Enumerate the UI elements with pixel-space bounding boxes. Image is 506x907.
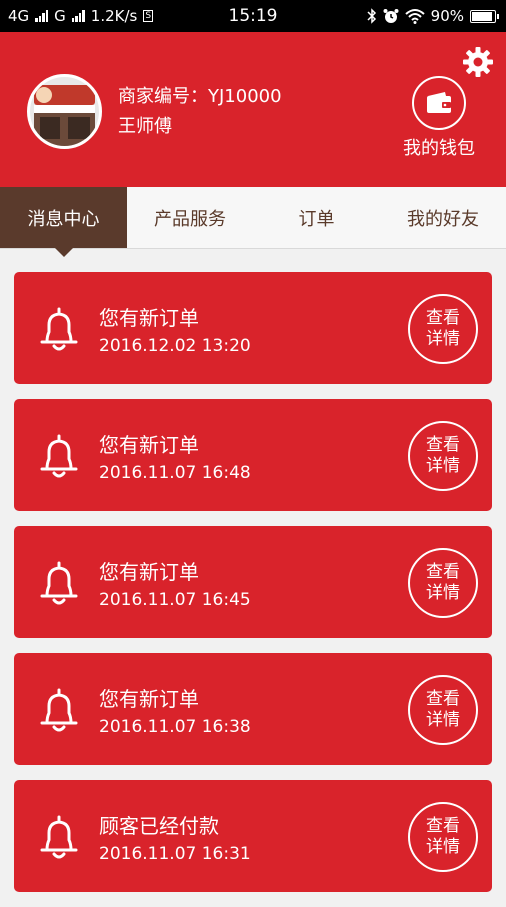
network-g-label: G xyxy=(54,7,66,25)
message-card[interactable]: 您有新订单 2016.11.07 16:38 查看详情 xyxy=(14,653,492,765)
bell-icon xyxy=(40,434,78,478)
message-title: 您有新订单 xyxy=(99,560,199,584)
message-list: 您有新订单 2016.12.02 13:20 查看详情 您有新订单 2016.1… xyxy=(14,272,492,907)
status-bar: 4G G 1.2K/s S 15:19 90% xyxy=(0,0,506,32)
network-4g-label: 4G xyxy=(8,7,30,25)
s-badge-icon: S xyxy=(143,10,154,22)
view-details-button[interactable]: 查看详情 xyxy=(408,548,478,618)
signal-icon-2 xyxy=(71,10,85,22)
merchant-number: 商家编号：YJ10000 xyxy=(118,86,282,107)
shop-avatar-image xyxy=(30,77,99,146)
alarm-icon xyxy=(383,9,399,23)
message-title: 您有新订单 xyxy=(99,306,199,330)
tab-message-center[interactable]: 消息中心 xyxy=(0,187,127,257)
bell-icon xyxy=(40,688,78,732)
status-right: 90% xyxy=(367,7,499,25)
message-card[interactable]: 顾客已经付款 2016.11.07 16:31 查看详情 xyxy=(14,780,492,892)
view-details-button[interactable]: 查看详情 xyxy=(408,802,478,872)
battery-percent: 90% xyxy=(430,7,464,25)
tab-product-service[interactable]: 产品服务 xyxy=(127,187,253,248)
message-time: 2016.11.07 16:48 xyxy=(99,463,251,483)
wifi-icon xyxy=(404,9,425,24)
tab-my-friends[interactable]: 我的好友 xyxy=(380,187,506,248)
message-time: 2016.12.02 13:20 xyxy=(99,336,251,356)
network-speed: 1.2K/s xyxy=(90,7,138,25)
message-time: 2016.11.07 16:31 xyxy=(99,844,251,864)
wallet-button[interactable] xyxy=(412,76,466,130)
battery-icon xyxy=(470,9,499,23)
view-details-button[interactable]: 查看详情 xyxy=(408,294,478,364)
bell-icon xyxy=(40,307,78,351)
wallet-label[interactable]: 我的钱包 xyxy=(392,134,486,160)
tab-orders[interactable]: 订单 xyxy=(253,187,380,248)
message-card[interactable]: 您有新订单 2016.12.02 13:20 查看详情 xyxy=(14,272,492,384)
view-details-button[interactable]: 查看详情 xyxy=(408,421,478,491)
message-title: 顾客已经付款 xyxy=(99,814,219,838)
message-time: 2016.11.07 16:38 xyxy=(99,717,251,737)
message-title: 您有新订单 xyxy=(99,433,199,457)
bluetooth-icon xyxy=(367,8,376,24)
status-left: 4G G 1.2K/s S xyxy=(8,7,154,25)
gear-icon[interactable] xyxy=(462,46,494,78)
avatar[interactable] xyxy=(27,74,102,149)
bell-icon xyxy=(40,561,78,605)
message-title: 您有新订单 xyxy=(99,687,199,711)
profile-header: 商家编号：YJ10000 王师傅 我的钱包 xyxy=(0,32,506,187)
tab-bar: 消息中心 产品服务 订单 我的好友 xyxy=(0,187,506,257)
view-details-button[interactable]: 查看详情 xyxy=(408,675,478,745)
signal-icon xyxy=(35,10,49,22)
wallet-icon xyxy=(427,92,451,113)
message-card[interactable]: 您有新订单 2016.11.07 16:48 查看详情 xyxy=(14,399,492,511)
merchant-name: 王师傅 xyxy=(118,116,172,137)
bell-icon xyxy=(40,815,78,859)
message-time: 2016.11.07 16:45 xyxy=(99,590,251,610)
message-card[interactable]: 您有新订单 2016.11.07 16:45 查看详情 xyxy=(14,526,492,638)
